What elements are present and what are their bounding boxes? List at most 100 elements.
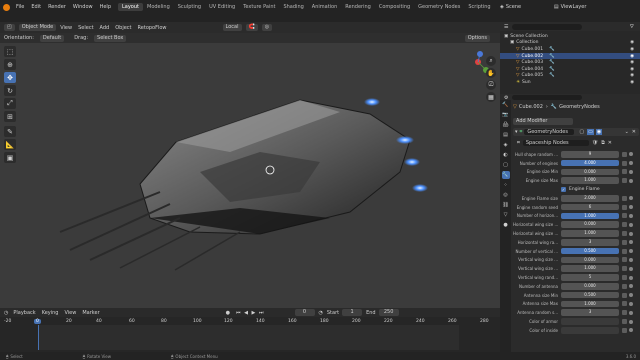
tab-rendering[interactable]: Rendering xyxy=(341,3,375,11)
input-value-field[interactable]: 0.000 xyxy=(561,168,619,176)
menu-render[interactable]: Render xyxy=(48,4,66,10)
orientation-dropdown[interactable]: Default xyxy=(39,34,65,42)
render-tab-icon[interactable]: 📷 xyxy=(502,111,510,119)
keyframe-dot-icon[interactable] xyxy=(629,178,633,183)
render-icon[interactable]: ◉ xyxy=(595,129,603,135)
menu-add[interactable]: Add xyxy=(100,25,110,31)
edit-mode-icon[interactable]: ▢ xyxy=(579,129,584,135)
visibility-icon[interactable]: ◉ xyxy=(630,47,634,52)
visibility-icon[interactable]: ◉ xyxy=(630,67,634,72)
menu-help[interactable]: Help xyxy=(100,4,111,10)
cursor-icon[interactable]: ⊕ xyxy=(4,59,16,70)
input-value-field[interactable]: 0.000 xyxy=(561,283,619,290)
keyframe-dot-icon[interactable] xyxy=(629,284,633,289)
node-socket-icon[interactable] xyxy=(622,266,627,272)
node-socket-icon[interactable] xyxy=(622,292,627,298)
filter-icon[interactable]: ⛛ xyxy=(630,24,634,30)
duplicate-icon[interactable]: ⧉ xyxy=(601,140,605,146)
outliner-item-cube-004[interactable]: ▽ Cube.004 🔧 ◉ xyxy=(500,66,640,73)
tab-texture-paint[interactable]: Texture Paint xyxy=(239,3,279,11)
node-socket-icon[interactable] xyxy=(622,239,627,245)
input-value-field[interactable]: 1.000 xyxy=(561,300,619,308)
keyframe-dot-icon[interactable] xyxy=(629,213,633,218)
tab-geometry-nodes[interactable]: Geometry Nodes xyxy=(414,3,464,11)
node-socket-icon[interactable] xyxy=(622,160,627,166)
outliner-item-cube-002[interactable]: ▽ Cube.002 🔧 ◉ xyxy=(500,52,640,60)
start-frame-field[interactable]: 1 xyxy=(342,309,363,316)
view-layer-tab-icon[interactable]: ▤ xyxy=(502,131,510,139)
tab-sculpting[interactable]: Sculpting xyxy=(174,3,205,11)
modifier-tab-icon[interactable]: 🔧 xyxy=(501,171,510,179)
menu-playback[interactable]: Playback xyxy=(13,310,35,316)
outliner-item-cube-001[interactable]: ▽ Cube.001 🔧 ◉ xyxy=(500,46,640,53)
input-value-field[interactable]: 3 xyxy=(561,309,619,317)
outliner[interactable]: ☰ ⛛ ▣ Scene Collection ▣ Collection ◉ ▽ … xyxy=(500,22,640,94)
input-value-field[interactable]: 0.500 xyxy=(561,247,619,255)
input-value-field[interactable]: 4.000 xyxy=(561,159,619,167)
object-tab-icon[interactable]: ▢ xyxy=(502,161,510,169)
keyframe-dot-icon[interactable] xyxy=(629,152,633,157)
scene-name[interactable]: Scene xyxy=(506,4,554,10)
input-value-field[interactable]: 5 xyxy=(561,274,619,281)
keyframe-dot-icon[interactable] xyxy=(629,249,633,254)
outliner-item-sun[interactable]: ☀ Sun ◉ xyxy=(500,79,640,86)
camera-icon[interactable]: ⎚ xyxy=(486,80,496,90)
scene-tab-icon[interactable]: ◈ xyxy=(502,141,510,149)
properties-search[interactable] xyxy=(512,95,583,100)
node-socket-icon[interactable] xyxy=(622,257,627,263)
node-socket-icon[interactable] xyxy=(622,151,627,157)
input-value-field[interactable]: 1.000 xyxy=(561,177,619,185)
modifier-panel-header[interactable]: ▾ ⌗ GeometryNodes ▢ ▭ ◉ ⌄ ✕ xyxy=(513,128,639,136)
node-socket-icon[interactable] xyxy=(622,231,627,237)
menu-edit[interactable]: Edit xyxy=(31,4,41,10)
tab-layout[interactable]: Layout xyxy=(118,3,143,11)
tab-shading[interactable]: Shading xyxy=(279,3,307,11)
move-icon[interactable]: ✥ xyxy=(4,72,16,83)
constraints-tab-icon[interactable]: ⛓ xyxy=(502,201,510,209)
keyframe-dot-icon[interactable] xyxy=(629,301,633,306)
keyframe-dot-icon[interactable] xyxy=(629,266,633,271)
tab-compositing[interactable]: Compositing xyxy=(375,3,414,11)
keyframe-dot-icon[interactable] xyxy=(629,222,633,227)
tab-scripting[interactable]: Scripting xyxy=(464,3,494,11)
tab-uv-editing[interactable]: UV Editing xyxy=(205,3,239,11)
particles-tab-icon[interactable]: ⁘ xyxy=(502,181,510,189)
transform-icon[interactable]: ⊞ xyxy=(4,111,16,122)
keyframe-dot-icon[interactable] xyxy=(629,319,633,324)
realtime-icon[interactable]: ▭ xyxy=(587,129,594,135)
outliner-item-scene-collection[interactable]: ▣ Scene Collection xyxy=(500,33,640,40)
blender-logo-icon[interactable] xyxy=(3,3,10,11)
node-socket-icon[interactable] xyxy=(622,222,627,228)
output-tab-icon[interactable]: 🖨 xyxy=(502,121,510,129)
physics-tab-icon[interactable]: ◎ xyxy=(502,191,510,199)
expand-icon[interactable]: ▾ xyxy=(515,129,518,135)
keyframe-dot-icon[interactable] xyxy=(629,275,633,280)
node-socket-icon[interactable] xyxy=(622,275,627,281)
tab-animation[interactable]: Animation xyxy=(308,3,342,11)
data-tab-icon[interactable]: ▽ xyxy=(502,211,510,219)
node-socket-icon[interactable] xyxy=(622,310,627,316)
node-socket-icon[interactable] xyxy=(622,283,627,289)
node-socket-icon[interactable] xyxy=(622,319,627,325)
tab-modeling[interactable]: Modeling xyxy=(143,3,174,11)
fake-user-icon[interactable]: 🛡 xyxy=(592,140,598,146)
menu-keying[interactable]: Keying xyxy=(42,310,59,316)
input-value-field[interactable] xyxy=(561,318,619,325)
timeline-editor-icon[interactable]: ◷ xyxy=(4,310,8,316)
keyframe-dot-icon[interactable] xyxy=(629,257,633,262)
node-socket-icon[interactable] xyxy=(622,195,627,201)
outliner-item-cube-003[interactable]: ▽ Cube.003 🔧 ◉ xyxy=(500,59,640,66)
visibility-icon[interactable]: ◉ xyxy=(630,73,634,78)
material-tab-icon[interactable]: ● xyxy=(502,221,510,229)
input-value-field[interactable]: 0.000 xyxy=(561,256,619,264)
keyframe-dot-icon[interactable] xyxy=(629,240,633,245)
world-tab-icon[interactable]: ◐ xyxy=(502,151,510,159)
scale-icon[interactable]: ⤢ xyxy=(4,98,16,109)
keyframe-dot-icon[interactable] xyxy=(629,310,633,315)
input-value-field[interactable]: 0.000 xyxy=(561,221,619,229)
keyframe-dot-icon[interactable] xyxy=(629,205,633,210)
end-frame-field[interactable]: 250 xyxy=(378,309,399,316)
keyframe-dot-icon[interactable] xyxy=(629,196,633,201)
node-socket-icon[interactable] xyxy=(622,204,627,210)
transform-orientation[interactable]: Local xyxy=(222,24,242,31)
